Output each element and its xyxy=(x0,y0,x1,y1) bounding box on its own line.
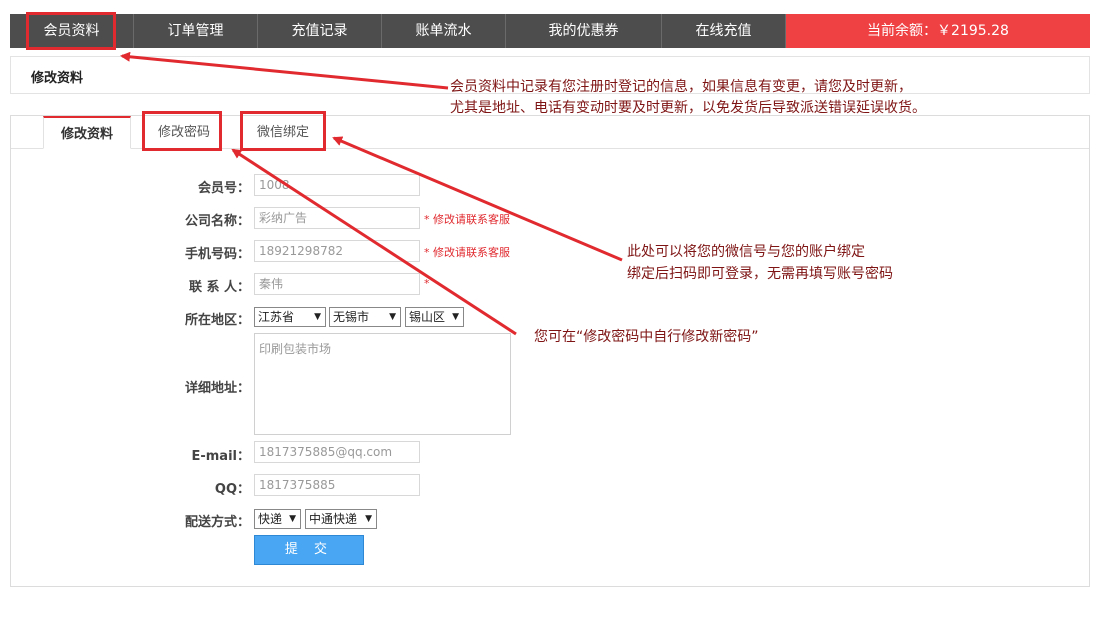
section-title: 修改资料 xyxy=(31,71,84,86)
wechat-note-line1: 此处可以将您的微信号与您的账户绑定 xyxy=(627,244,865,260)
member-no-field[interactable]: 1008 xyxy=(254,174,420,196)
nav-my-coupons[interactable]: 我的优惠券 xyxy=(506,14,662,48)
member-no-label: 会员号： xyxy=(197,181,250,196)
delivery-select[interactable]: 快递 ▼ xyxy=(254,509,301,529)
submit-button[interactable]: 提 交 xyxy=(254,535,364,565)
nav-member-profile[interactable]: 会员资料 xyxy=(10,14,134,48)
balance-display: 当前余额：￥2195.28 xyxy=(786,14,1090,48)
profile-note-line1: 会员资料中记录有您注册时登记的信息，如果信息有变更，请您及时更新， xyxy=(450,79,912,95)
chevron-down-icon: ▼ xyxy=(314,312,321,322)
chevron-down-icon: ▼ xyxy=(289,514,296,524)
tab-wechat-binding[interactable]: 微信绑定 xyxy=(243,116,323,149)
wechat-note-line2: 绑定后扫码即可登录，无需再填写账号密码 xyxy=(627,266,893,282)
region-label: 所在地区： xyxy=(184,313,250,328)
tab-change-password[interactable]: 修改密码 xyxy=(145,116,223,149)
chevron-down-icon: ▼ xyxy=(389,312,396,322)
phone-field[interactable]: 18921298782 xyxy=(254,240,420,262)
delivery-value: 快递 xyxy=(258,512,283,526)
district-select[interactable]: 锡山区 ▼ xyxy=(405,307,464,327)
top-nav: 会员资料 订单管理 充值记录 账单流水 我的优惠券 在线充值 当前余额：￥219… xyxy=(10,14,1090,48)
qq-field[interactable]: 1817375885 xyxy=(254,474,420,496)
email-label: E-mail： xyxy=(191,449,250,464)
phone-hint: * 修改请联系客服 xyxy=(424,246,510,259)
company-field[interactable]: 彩纳广告 xyxy=(254,207,420,229)
nav-order-management[interactable]: 订单管理 xyxy=(134,14,258,48)
address-textarea[interactable]: 印刷包装市场 xyxy=(254,333,511,435)
contact-field[interactable]: 秦伟 xyxy=(254,273,420,295)
nav-recharge-records[interactable]: 充值记录 xyxy=(258,14,382,48)
password-note: 您可在“修改密码中自行修改新密码” xyxy=(534,329,759,345)
city-select[interactable]: 无锡市 ▼ xyxy=(329,307,401,327)
chevron-down-icon: ▼ xyxy=(365,514,372,524)
city-value: 无锡市 xyxy=(333,310,370,324)
qq-label: QQ： xyxy=(214,482,250,497)
company-label: 公司名称： xyxy=(184,214,250,229)
email-field[interactable]: 1817375885@qq.com xyxy=(254,441,420,463)
province-select[interactable]: 江苏省 ▼ xyxy=(254,307,326,327)
province-value: 江苏省 xyxy=(258,310,295,324)
address-value: 印刷包装市场 xyxy=(259,342,332,356)
phone-label: 手机号码： xyxy=(184,247,250,262)
courier-value: 中通快递 xyxy=(309,512,358,526)
chevron-down-icon: ▼ xyxy=(452,312,459,322)
tab-edit-profile[interactable]: 修改资料 xyxy=(43,116,131,149)
contact-hint: * xyxy=(424,277,430,290)
contact-label: 联 系 人： xyxy=(188,280,250,295)
courier-select[interactable]: 中通快递 ▼ xyxy=(305,509,377,529)
nav-online-recharge[interactable]: 在线充值 xyxy=(662,14,786,48)
district-value: 锡山区 xyxy=(409,310,446,324)
company-hint: * 修改请联系客服 xyxy=(424,213,510,226)
nav-billing-statement[interactable]: 账单流水 xyxy=(382,14,506,48)
address-label: 详细地址： xyxy=(184,381,250,396)
delivery-label: 配送方式： xyxy=(184,515,250,530)
